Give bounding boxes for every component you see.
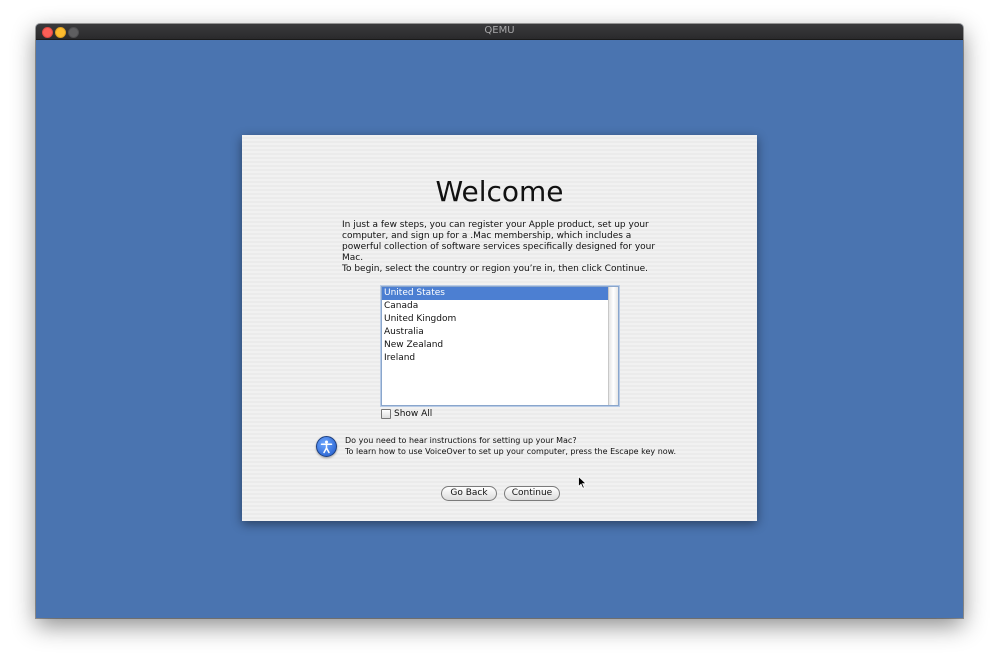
country-list[interactable]: United States Canada United Kingdom Aust… <box>381 286 619 406</box>
show-all-control[interactable]: Show All <box>381 409 432 419</box>
voiceover-line-2: To learn how to use VoiceOver to set up … <box>345 446 677 456</box>
country-item-ireland[interactable]: Ireland <box>382 352 608 365</box>
qemu-window: QEMU Welcome In just a few steps, you ca… <box>36 24 963 618</box>
mouse-pointer-icon <box>578 476 587 489</box>
continue-button[interactable]: Continue <box>504 486 560 501</box>
voiceover-instructions: Do you need to hear instructions for set… <box>345 436 676 457</box>
country-item-new-zealand[interactable]: New Zealand <box>382 339 608 352</box>
voiceover-line-1: Do you need to hear instructions for set… <box>345 436 577 445</box>
title-bar[interactable]: QEMU <box>36 24 963 40</box>
instruction-text: To begin, select the country or region y… <box>342 264 648 274</box>
setup-assistant-panel: Welcome In just a few steps, you can reg… <box>242 135 757 521</box>
voiceover-accessibility-icon <box>316 436 337 457</box>
intro-text: In just a few steps, you can register yo… <box>342 220 656 263</box>
window-title: QEMU <box>484 25 515 36</box>
country-list-scrollbar[interactable] <box>608 287 618 405</box>
show-all-label: Show All <box>394 409 433 419</box>
show-all-checkbox[interactable] <box>381 409 391 419</box>
country-item-australia[interactable]: Australia <box>382 326 608 339</box>
go-back-button[interactable]: Go Back <box>441 486 497 501</box>
country-item-united-states[interactable]: United States <box>382 287 608 300</box>
country-item-united-kingdom[interactable]: United Kingdom <box>382 313 608 326</box>
welcome-heading: Welcome <box>435 175 564 208</box>
country-item-canada[interactable]: Canada <box>382 300 608 313</box>
